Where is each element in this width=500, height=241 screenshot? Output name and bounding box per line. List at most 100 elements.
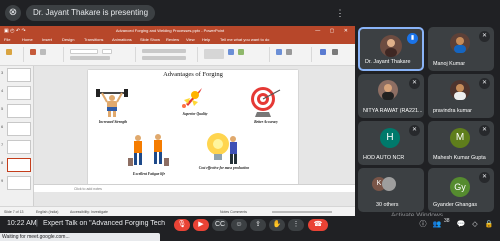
- tab-file[interactable]: File: [4, 37, 10, 42]
- slide-thumb[interactable]: [7, 104, 31, 118]
- mic-off-icon: ✕: [409, 78, 420, 89]
- language-status[interactable]: English (India): [36, 207, 58, 216]
- font-name-field[interactable]: [70, 49, 98, 54]
- notes-comments-toggle[interactable]: Notes Comments: [220, 207, 247, 216]
- quick-styles-icon[interactable]: [238, 49, 244, 55]
- window-controls[interactable]: — ▢ ✕: [315, 26, 352, 36]
- presenting-label: Dr. Jayant Thakare is presenting: [26, 5, 156, 21]
- format-buttons[interactable]: [70, 56, 110, 60]
- font-group[interactable]: [66, 47, 136, 62]
- drawing-group[interactable]: [200, 47, 270, 62]
- thumb-number: 3: [1, 70, 4, 75]
- layout-icon[interactable]: [40, 49, 46, 55]
- speaking-indicator-icon: ▮: [407, 33, 418, 44]
- tab-review[interactable]: Review: [166, 37, 179, 42]
- thumb-number: 9: [1, 178, 4, 183]
- slide-thumb[interactable]: [7, 86, 31, 100]
- pin-icon[interactable]: ⊗: [5, 5, 21, 21]
- browser-status: Waiting for meet.google.com...: [0, 233, 160, 241]
- avatar: [380, 35, 402, 57]
- slide-thumbnails[interactable]: 3 4 5 6 7 8 9: [0, 66, 34, 206]
- shapes-gallery[interactable]: [204, 49, 224, 59]
- slide-canvas[interactable]: Advantages of Forging Increased Strength…: [88, 70, 298, 188]
- present-icon[interactable]: ⇪: [250, 219, 266, 231]
- dictate-icon[interactable]: [320, 49, 326, 55]
- tab-view[interactable]: View: [186, 37, 195, 42]
- find-icon[interactable]: [276, 49, 282, 55]
- designer-icon[interactable]: [332, 49, 338, 55]
- people-count-badge: 38: [444, 218, 450, 224]
- tab-home[interactable]: Home: [22, 37, 33, 42]
- others-tile[interactable]: K 30 others: [358, 168, 424, 212]
- ribbon-tabs: File Home Insert Design Transitions Anim…: [0, 36, 355, 44]
- participant-tile[interactable]: H ✕ HOD AUTO NCR: [358, 121, 424, 165]
- meeting-controls-bar: 10:22 AM | Expert Talk on "Advanced Forg…: [0, 216, 500, 233]
- avatar: Gy: [450, 177, 470, 197]
- participant-tile[interactable]: ✕ Manoj Kumar: [428, 27, 494, 71]
- videocam-off-icon[interactable]: ▶: [193, 219, 209, 231]
- slide-title: Advantages of Forging: [163, 71, 223, 78]
- participant-tile[interactable]: ▮ Dr. Jayant Thakare: [358, 27, 424, 71]
- participant-tile[interactable]: Gy ✕ Gyander Ghangas: [428, 168, 494, 212]
- paragraph-group[interactable]: [138, 47, 198, 62]
- participant-name: pravindra kumar: [433, 108, 472, 114]
- editing-group[interactable]: [272, 47, 312, 62]
- arrange-icon[interactable]: [228, 49, 234, 55]
- participant-tile[interactable]: ✕ NITYA RAWAT (RA221...: [358, 74, 424, 118]
- mic-off-icon: ✕: [479, 125, 490, 136]
- notes-pane[interactable]: Click to add notes: [34, 184, 355, 192]
- list-buttons[interactable]: [142, 49, 186, 53]
- slide-thumb[interactable]: [7, 122, 31, 136]
- font-size-field[interactable]: [102, 49, 112, 54]
- tab-slide-show[interactable]: Slide Show: [140, 37, 160, 42]
- slide-thumb-selected[interactable]: [7, 158, 31, 172]
- avatar: [450, 33, 470, 53]
- zoom-slider[interactable]: [272, 211, 332, 213]
- caption-fatigue: Excellent Fatigue life: [132, 172, 166, 176]
- participant-name: HOD AUTO NCR: [363, 155, 405, 161]
- align-buttons[interactable]: [142, 56, 186, 60]
- tab-insert[interactable]: Insert: [42, 37, 52, 42]
- tab-transitions[interactable]: Transitions: [84, 37, 103, 42]
- slide-thumb[interactable]: [7, 176, 31, 190]
- replace-icon[interactable]: [286, 49, 292, 55]
- more-vert-icon[interactable]: ⋮: [288, 219, 304, 231]
- participant-tile[interactable]: M ✕ Mahesh Kumar Gupta: [428, 121, 494, 165]
- new-slide-icon[interactable]: [30, 49, 36, 55]
- mic-off-icon: ✕: [409, 125, 420, 136]
- thumb-number: 6: [1, 124, 4, 129]
- tab-animations[interactable]: Animations: [112, 37, 132, 42]
- paste-icon[interactable]: [6, 49, 12, 55]
- tab-design[interactable]: Design: [62, 37, 74, 42]
- caption-accuracy: Better Accuracy: [254, 120, 278, 124]
- tell-me-search[interactable]: Tell me what you want to do: [220, 37, 269, 42]
- slides-group[interactable]: [26, 47, 64, 62]
- autosave-icon[interactable]: ▣ ◴ ↶ ↷: [4, 26, 26, 36]
- closed-caption-icon[interactable]: CC: [212, 219, 228, 231]
- slide-thumb[interactable]: [7, 140, 31, 154]
- avatar: [382, 177, 396, 191]
- emoji-icon[interactable]: ☺: [231, 219, 247, 231]
- activities-icon[interactable]: ◇: [470, 220, 480, 230]
- voice-group[interactable]: [314, 47, 350, 62]
- participant-name: Manoj Kumar: [433, 61, 466, 67]
- info-icon[interactable]: ⓘ: [418, 220, 428, 230]
- ppt-document-title: Advanced Forging and Welding Processes.p…: [115, 28, 225, 33]
- ppt-title-bar: ▣ ◴ ↶ ↷ Advanced Forging and Welding Pro…: [0, 26, 355, 36]
- clipboard-group[interactable]: [2, 47, 24, 62]
- participant-name: Mahesh Kumar Gupta: [433, 155, 486, 161]
- mic-off-icon[interactable]: 🎙: [174, 219, 190, 231]
- participant-tile[interactable]: ✕ pravindra kumar: [428, 74, 494, 118]
- slide-thumb[interactable]: [7, 68, 31, 82]
- raise-hand-icon[interactable]: ✋: [269, 219, 285, 231]
- thumb-number: 8: [1, 160, 4, 165]
- call-end-icon[interactable]: ☎: [308, 219, 328, 231]
- chat-icon[interactable]: 💬: [456, 220, 466, 230]
- host-controls-icon[interactable]: 🔒: [484, 220, 494, 230]
- participant-name: NITYA RAWAT (RA221...: [363, 108, 423, 114]
- caption-strength: Increased Strength: [98, 120, 128, 124]
- tab-help[interactable]: Help: [202, 37, 210, 42]
- accessibility-status[interactable]: Accessibility: Investigate: [70, 207, 108, 216]
- more-vert-icon[interactable]: ⋮: [334, 7, 346, 19]
- people-icon[interactable]: 👥: [432, 220, 442, 230]
